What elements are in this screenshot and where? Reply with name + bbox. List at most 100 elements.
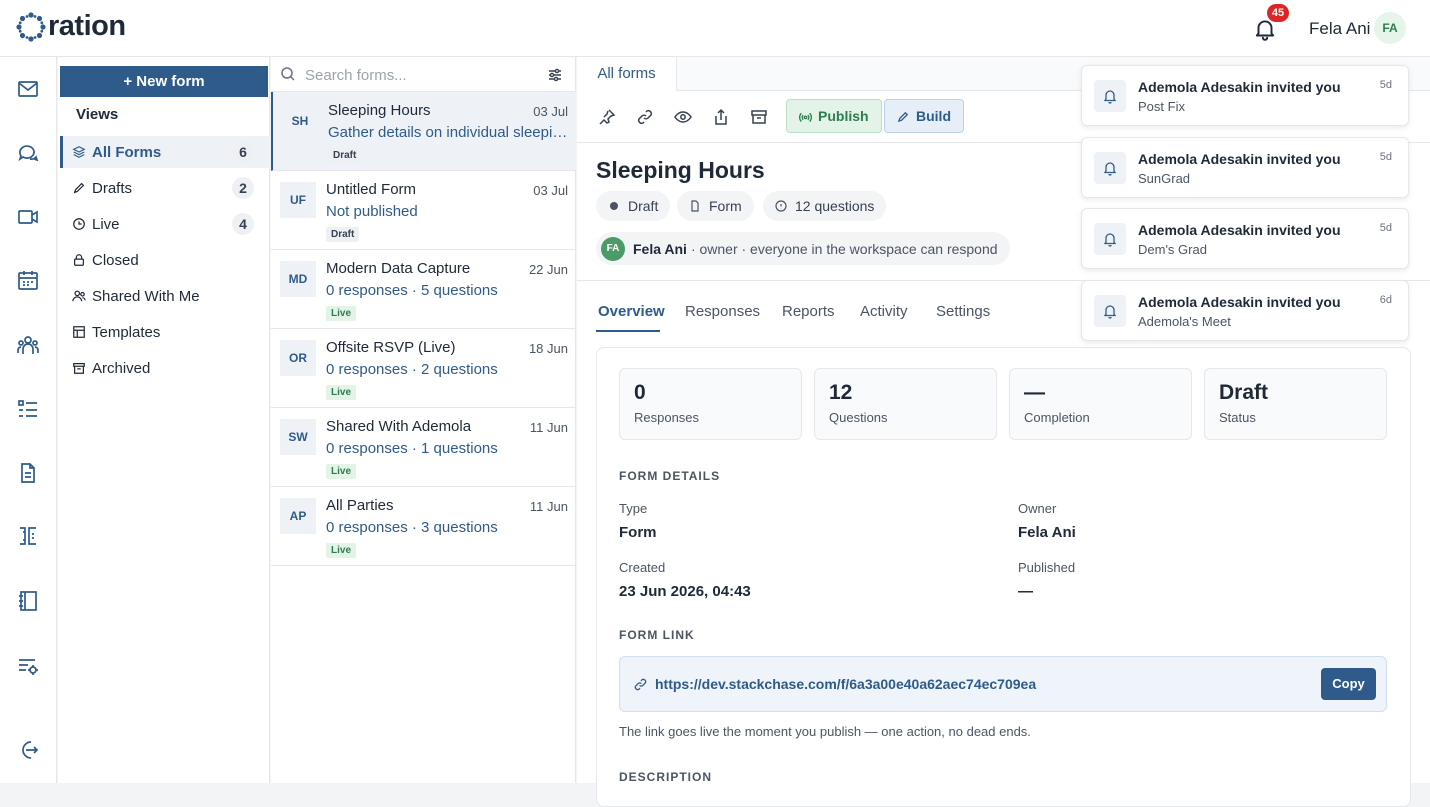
document-icon[interactable] — [16, 461, 40, 485]
form-list-item[interactable]: UF Untitled Form 03 Jul Not published Dr… — [271, 171, 576, 250]
form-initials: UF — [280, 182, 316, 218]
view-count: 4 — [232, 213, 254, 235]
publish-button[interactable]: Publish — [786, 99, 882, 133]
view-item-archived[interactable]: Archived — [60, 352, 270, 384]
file-icon — [691, 200, 699, 212]
broadcast-icon — [799, 112, 812, 122]
user-name[interactable]: Fela Ani — [1309, 19, 1370, 39]
form-subtitle: 0 responses · 5 questions — [326, 282, 498, 299]
tab-overview[interactable]: Overview — [598, 303, 665, 320]
eye-icon[interactable] — [674, 108, 692, 126]
form-list-item[interactable]: OR Offsite RSVP (Live) 18 Jun 0 response… — [271, 329, 576, 408]
notification-item[interactable]: Ademola Adesakin invited you Ademola's M… — [1081, 280, 1409, 341]
view-item-closed[interactable]: Closed — [60, 244, 270, 276]
tab-activity[interactable]: Activity — [860, 303, 908, 320]
type-label: Type — [619, 501, 648, 516]
new-form-button[interactable]: + New form — [60, 66, 268, 97]
avatar: FA — [601, 236, 625, 261]
bell-icon — [1103, 90, 1117, 104]
form-initials: SH — [291, 114, 309, 128]
notification-item[interactable]: Ademola Adesakin invited you Dem's Grad … — [1081, 208, 1409, 269]
form-link-heading: FORM LINK — [619, 628, 695, 642]
notification-count-badge: 45 — [1267, 4, 1289, 22]
pencil-icon — [73, 182, 85, 194]
form-list-item[interactable]: SH Sleeping Hours 03 Jul Gather details … — [271, 92, 576, 171]
tab-responses[interactable]: Responses — [685, 303, 760, 320]
link-icon — [634, 678, 647, 691]
tab-all-forms[interactable]: All forms — [577, 57, 677, 91]
tab-reports[interactable]: Reports — [782, 303, 835, 320]
status-badge: Draft — [326, 227, 360, 242]
form-subtitle: 0 responses · 1 questions — [326, 440, 498, 457]
clock-icon — [73, 218, 85, 230]
dot-icon — [610, 202, 618, 210]
forms-list-panel: SH Sleeping Hours 03 Jul Gather details … — [271, 57, 576, 783]
chat-icon[interactable] — [16, 141, 40, 165]
views-panel: + New form Views All Forms 6 Drafts 2 Li… — [58, 57, 270, 783]
form-link-url[interactable]: https://dev.stackchase.com/f/6a3a00e40a6… — [655, 676, 1036, 692]
notification-subtitle: SunGrad — [1138, 171, 1191, 186]
status-badge: Draft — [328, 148, 362, 163]
form-details-heading: FORM DETAILS — [619, 469, 721, 483]
people-icon[interactable] — [16, 333, 40, 357]
notification-item[interactable]: Ademola Adesakin invited you SunGrad 5d — [1081, 137, 1409, 198]
form-initials: AP — [280, 498, 316, 534]
form-title: All Parties — [326, 497, 394, 514]
tab-settings[interactable]: Settings — [936, 303, 990, 320]
status-chip: Draft — [596, 191, 671, 221]
build-button[interactable]: Build — [884, 99, 964, 133]
form-date: 22 Jun — [528, 262, 568, 277]
form-date: 11 Jun — [529, 499, 568, 514]
user-avatar[interactable]: FA — [1374, 12, 1406, 44]
form-date: 18 Jun — [528, 341, 568, 356]
top-bar: ration 45 Fela Ani FA — [0, 0, 1430, 57]
form-list-item[interactable]: SW Shared With Ademola 11 Jun 0 response… — [271, 408, 576, 487]
form-subtitle: Gather details on individual sleeping pa… — [328, 124, 568, 141]
archive-icon[interactable] — [750, 108, 768, 126]
video-icon[interactable] — [16, 205, 40, 229]
form-title: Modern Data Capture — [326, 260, 471, 277]
notebook-icon[interactable] — [16, 589, 40, 613]
created-label: Created — [619, 560, 666, 575]
filter-sliders-icon[interactable] — [547, 67, 563, 83]
view-item-live[interactable]: Live 4 — [60, 208, 270, 240]
notification-bell — [1094, 152, 1126, 184]
form-list-item[interactable]: MD Modern Data Capture 22 Jun 0 response… — [271, 250, 576, 329]
form-title: Shared With Ademola — [326, 418, 472, 435]
calendar-icon[interactable] — [16, 268, 40, 292]
published-value: — — [1018, 583, 1033, 600]
search-input[interactable] — [305, 63, 535, 87]
plus-icon: + — [123, 73, 137, 90]
form-subtitle: 0 responses · 2 questions — [326, 361, 498, 378]
view-item-all-forms[interactable]: All Forms 6 — [60, 136, 270, 168]
book-split-icon[interactable] — [16, 524, 40, 548]
form-initials: SW — [280, 419, 316, 455]
copy-link-button[interactable]: Copy — [1321, 668, 1376, 700]
list-icon[interactable] — [16, 397, 40, 421]
type-value: Form — [619, 524, 657, 541]
logout-icon[interactable] — [16, 738, 40, 762]
type-chip: Form — [677, 191, 754, 221]
owner-name: Fela Ani — [633, 240, 687, 257]
app-logo[interactable]: ration — [16, 10, 126, 43]
list-settings-icon[interactable] — [16, 654, 40, 678]
link-icon[interactable] — [636, 108, 654, 126]
view-item-templates[interactable]: Templates — [60, 316, 270, 348]
form-list-item[interactable]: AP All Parties 11 Jun 0 responses · 3 qu… — [271, 487, 576, 566]
view-item-drafts[interactable]: Drafts 2 — [60, 172, 270, 204]
stat-questions: 12 Questions — [814, 368, 997, 440]
mail-icon[interactable] — [16, 77, 40, 101]
published-label: Published — [1018, 560, 1076, 575]
notification-item[interactable]: Ademola Adesakin invited you Post Fix 5d — [1081, 65, 1409, 126]
notification-age: 6d — [1379, 294, 1392, 306]
notification-age: 5d — [1379, 151, 1392, 163]
notification-bell — [1094, 223, 1126, 255]
logo-mark-icon — [16, 11, 46, 42]
form-link-box: https://dev.stackchase.com/f/6a3a00e40a6… — [619, 656, 1387, 712]
view-item-shared-with-me[interactable]: Shared With Me — [60, 280, 270, 312]
status-badge: Live — [326, 464, 357, 479]
pin-icon[interactable] — [598, 108, 616, 126]
share-icon[interactable] — [712, 108, 730, 126]
notification-age: 5d — [1379, 222, 1392, 234]
owner-note: · owner · everyone in the workspace can … — [690, 240, 998, 257]
